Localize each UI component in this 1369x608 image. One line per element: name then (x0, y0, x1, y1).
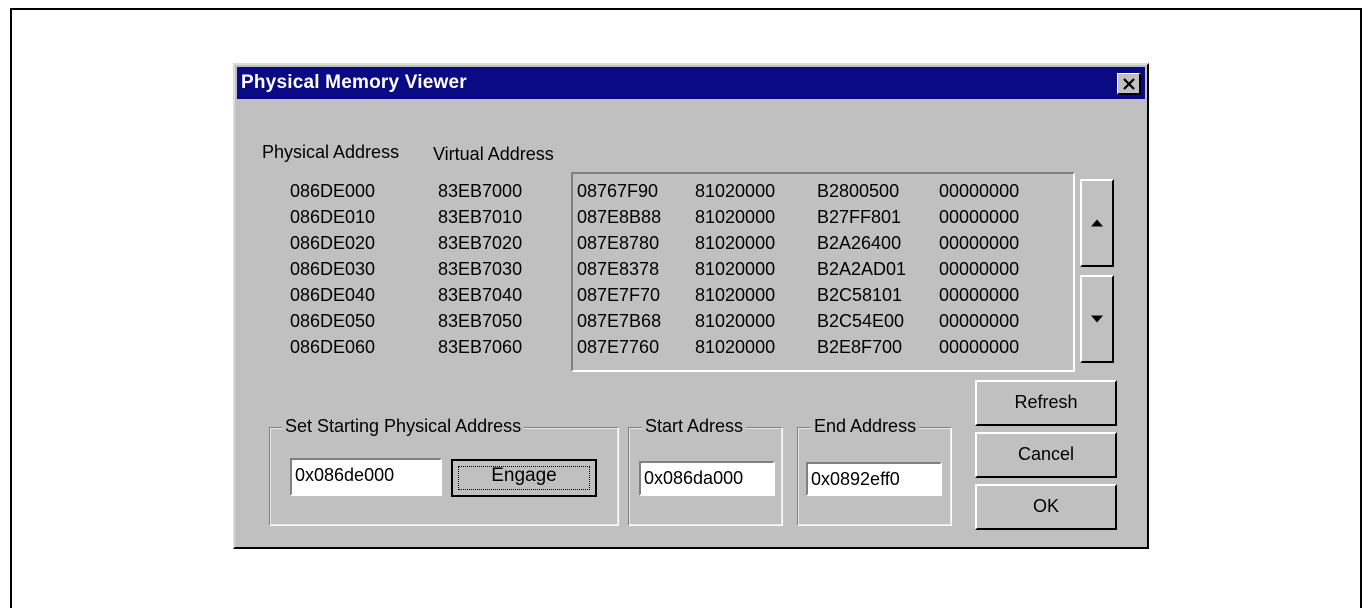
set-starting-address-label: Set Starting Physical Address (282, 416, 525, 437)
dialog-title: Physical Memory Viewer (241, 72, 467, 93)
arrow-up-icon (1091, 219, 1103, 227)
close-button[interactable] (1117, 73, 1141, 95)
memory-cell: 00000000 (939, 181, 1020, 201)
memory-cell: 00000000 (939, 259, 1020, 279)
virtual-address-header: Virtual Address (433, 144, 554, 164)
physical-address-cell: 086DE000 (290, 181, 376, 201)
start-address-input[interactable]: 0x086da000 (639, 461, 775, 496)
virtual-address-cell: 83EB7030 (438, 259, 523, 279)
physical-address-cell: 086DE020 (290, 233, 376, 253)
memory-cell: B2A26400 (817, 233, 902, 253)
end-address-label: End Address (811, 416, 920, 437)
start-address-label: Start Adress (642, 416, 747, 437)
physical-memory-viewer-dialog: Physical Memory Viewer Physical Address … (233, 63, 1149, 549)
physical-address-column: 086DE000 086DE010 086DE020 086DE030 086D… (290, 178, 375, 360)
memory-cell: 81020000 (695, 285, 776, 305)
memory-cell: 81020000 (695, 181, 776, 201)
physical-address-cell: 086DE060 (290, 337, 376, 357)
memory-cell: B2A2AD01 (817, 259, 907, 279)
arrow-down-icon (1091, 315, 1103, 323)
virtual-address-cell: 83EB7000 (438, 181, 523, 201)
scroll-down-button[interactable] (1080, 275, 1114, 363)
memory-cell: B27FF801 (817, 207, 902, 227)
engage-button-label: Engage (491, 465, 557, 486)
physical-address-cell: 086DE030 (290, 259, 376, 279)
virtual-address-cell: 83EB7010 (438, 207, 523, 227)
physical-address-cell: 086DE010 (290, 207, 376, 227)
starting-address-input[interactable]: 0x086de000 (290, 458, 442, 496)
virtual-address-cell: 83EB7040 (438, 285, 523, 305)
memory-cell: 81020000 (695, 337, 776, 357)
memory-cell: 00000000 (939, 285, 1020, 305)
memory-cell: B2E8F700 (817, 337, 903, 357)
memory-cell: 81020000 (695, 259, 776, 279)
virtual-address-column: 83EB7000 83EB7010 83EB7020 83EB7030 83EB… (438, 178, 522, 360)
physical-address-cell: 086DE040 (290, 285, 376, 305)
memory-cell: 00000000 (939, 233, 1020, 253)
memory-cell: B2C58101 (817, 285, 903, 305)
memory-cell: 00000000 (939, 311, 1020, 331)
memory-cell: 08767F90 (577, 181, 659, 201)
memory-cell: 087E8B88 (577, 207, 662, 227)
memory-cell: 087E8378 (577, 259, 660, 279)
virtual-address-cell: 83EB7050 (438, 311, 523, 331)
memory-cell: B2C54E00 (817, 311, 905, 331)
memory-cell: 81020000 (695, 311, 776, 331)
title-bar[interactable]: Physical Memory Viewer (237, 67, 1145, 99)
memory-contents-box[interactable]: 08767F90 81020000 B2800500 00000000 087E… (571, 172, 1075, 372)
ok-button[interactable]: OK (975, 484, 1117, 530)
memory-cell: B2800500 (817, 181, 900, 201)
close-icon (1123, 78, 1135, 90)
physical-address-cell: 086DE050 (290, 311, 376, 331)
physical-address-header: Physical Address (262, 142, 400, 162)
memory-cell: 087E7F70 (577, 285, 661, 305)
virtual-address-cell: 83EB7020 (438, 233, 523, 253)
memory-cell: 00000000 (939, 337, 1020, 357)
memory-cell: 81020000 (695, 233, 776, 253)
cancel-button[interactable]: Cancel (975, 432, 1117, 478)
engage-button[interactable]: Engage (451, 459, 597, 497)
memory-cell: 00000000 (939, 207, 1020, 227)
refresh-button[interactable]: Refresh (975, 380, 1117, 426)
virtual-address-cell: 83EB7060 (438, 337, 523, 357)
memory-cell: 087E7760 (577, 337, 660, 357)
memory-cell: 81020000 (695, 207, 776, 227)
memory-cell: 087E7B68 (577, 311, 662, 331)
memory-cell: 087E8780 (577, 233, 660, 253)
end-address-input[interactable]: 0x0892eff0 (806, 462, 942, 496)
scroll-up-button[interactable] (1080, 179, 1114, 267)
